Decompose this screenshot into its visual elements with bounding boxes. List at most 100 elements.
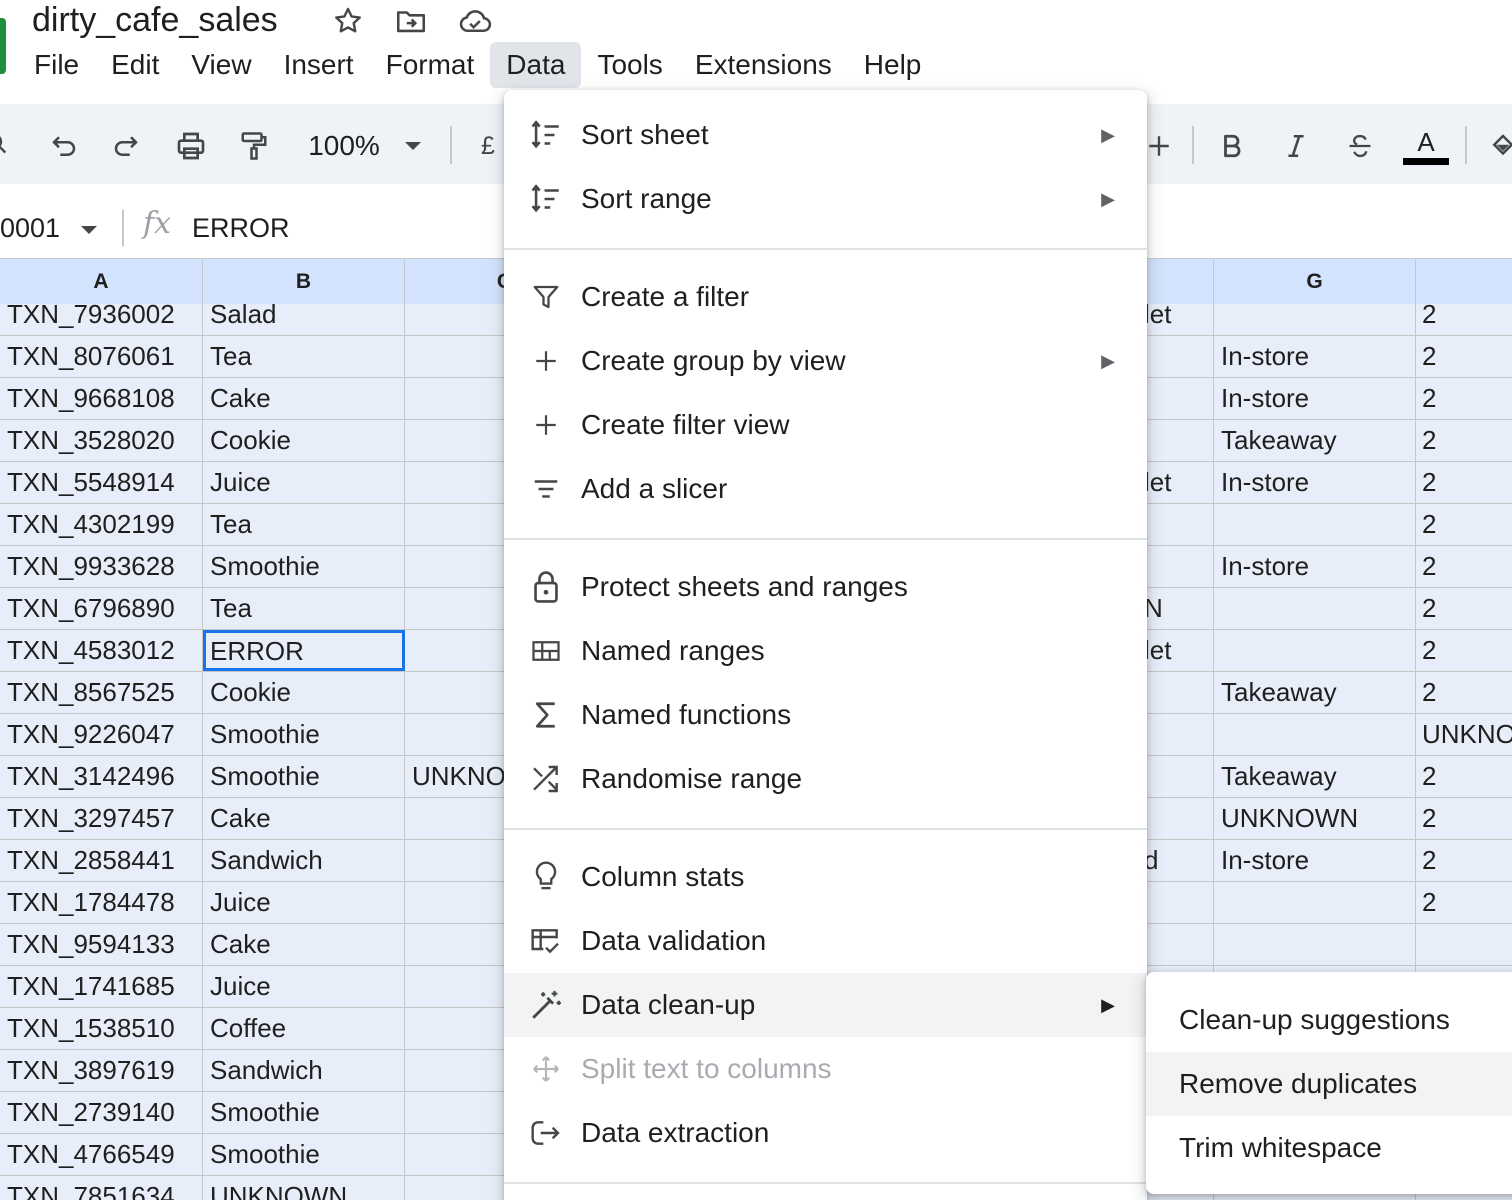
cell-column-h[interactable]: 2 <box>1416 840 1512 881</box>
cell-column-h[interactable]: 2 <box>1416 504 1512 545</box>
cell-item[interactable]: Sandwich <box>203 840 405 881</box>
cell-column-f[interactable] <box>1146 756 1214 797</box>
cell-transaction-id[interactable]: TXN_9226047 <box>0 714 203 755</box>
cell-transaction-id[interactable]: TXN_8076061 <box>0 336 203 377</box>
cell-column-h[interactable]: 2 <box>1416 672 1512 713</box>
cell-item[interactable]: Sandwich <box>203 1050 405 1091</box>
zoom-select[interactable]: 100% <box>304 124 384 168</box>
cell-item[interactable]: Smoothie <box>203 1092 405 1133</box>
cell-column-f[interactable] <box>1146 714 1214 755</box>
cell-column-h[interactable]: 2 <box>1416 588 1512 629</box>
menu-item-randomise-range[interactable]: Randomise range <box>504 747 1147 811</box>
name-box-dropdown-icon[interactable] <box>80 222 98 240</box>
menu-edit[interactable]: Edit <box>95 42 175 88</box>
cell-transaction-id[interactable]: TXN_4583012 <box>0 630 203 671</box>
cell-transaction-id[interactable]: TXN_9668108 <box>0 378 203 419</box>
cell-location[interactable] <box>1214 630 1416 671</box>
cell-item[interactable]: Smoothie <box>203 756 405 797</box>
increase-font-size-icon[interactable] <box>1142 124 1176 168</box>
cloud-saved-icon[interactable] <box>457 3 493 39</box>
submenu-item-trim-whitespace[interactable]: Trim whitespace <box>1146 1116 1512 1180</box>
strikethrough-icon[interactable] <box>1340 124 1380 168</box>
cell-transaction-id[interactable]: TXN_5548914 <box>0 462 203 503</box>
cell-location[interactable] <box>1214 714 1416 755</box>
cell-item[interactable]: Tea <box>203 336 405 377</box>
cell-column-f[interactable] <box>1146 420 1214 461</box>
menu-view[interactable]: View <box>175 42 267 88</box>
sheets-logo[interactable] <box>0 18 6 74</box>
cell-column-f[interactable]: let <box>1146 462 1214 503</box>
redo-icon[interactable] <box>106 124 146 168</box>
cell-item[interactable]: Cake <box>203 924 405 965</box>
cell-item[interactable]: Cookie <box>203 672 405 713</box>
cell-transaction-id[interactable]: TXN_3297457 <box>0 798 203 839</box>
cell-column-h[interactable]: 2 <box>1416 378 1512 419</box>
cell-column-f[interactable] <box>1146 336 1214 377</box>
cell-transaction-id[interactable]: TXN_7851634 <box>0 1176 203 1200</box>
text-color-icon[interactable]: A <box>1402 124 1450 168</box>
menu-format[interactable]: Format <box>370 42 491 88</box>
cell-transaction-id[interactable]: TXN_8567525 <box>0 672 203 713</box>
cell-column-f[interactable]: d <box>1146 840 1214 881</box>
search-menus-icon[interactable] <box>0 124 16 168</box>
cell-column-h[interactable]: 2 <box>1416 304 1512 335</box>
cell-transaction-id[interactable]: TXN_4766549 <box>0 1134 203 1175</box>
cell-item[interactable]: Tea <box>203 504 405 545</box>
cell-column-h[interactable]: 2 <box>1416 630 1512 671</box>
cell-item[interactable]: Coffee <box>203 1008 405 1049</box>
column-header-h[interactable] <box>1416 259 1512 304</box>
cell-location[interactable]: In-store <box>1214 378 1416 419</box>
cell-column-f[interactable] <box>1146 882 1214 923</box>
menu-item-named-ranges[interactable]: Named ranges <box>504 619 1147 683</box>
cell-item[interactable]: Smoothie <box>203 1134 405 1175</box>
cell-column-h[interactable]: UNKNO <box>1416 714 1512 755</box>
cell-transaction-id[interactable]: TXN_9933628 <box>0 546 203 587</box>
cell-location[interactable]: Takeaway <box>1214 672 1416 713</box>
menu-help[interactable]: Help <box>848 42 938 88</box>
menu-extensions[interactable]: Extensions <box>679 42 848 88</box>
cell-column-h[interactable]: 2 <box>1416 336 1512 377</box>
cell-location[interactable] <box>1214 504 1416 545</box>
cell-transaction-id[interactable]: TXN_2858441 <box>0 840 203 881</box>
cell-column-h[interactable] <box>1416 924 1512 965</box>
cell-column-f[interactable]: let <box>1146 630 1214 671</box>
cell-transaction-id[interactable]: TXN_6796890 <box>0 588 203 629</box>
cell-transaction-id[interactable]: TXN_3528020 <box>0 420 203 461</box>
cell-item[interactable]: Juice <box>203 462 405 503</box>
italic-icon[interactable] <box>1276 124 1316 168</box>
cell-location[interactable]: In-store <box>1214 546 1416 587</box>
star-icon[interactable] <box>330 3 366 39</box>
cell-column-f[interactable] <box>1146 798 1214 839</box>
menu-item-add-a-slicer[interactable]: Add a slicer <box>504 457 1147 521</box>
cell-item[interactable]: Cookie <box>203 420 405 461</box>
menu-item-data-clean-up[interactable]: Data clean-up ▶ <box>504 973 1147 1037</box>
cell-column-f[interactable] <box>1146 378 1214 419</box>
column-header-f[interactable] <box>1146 259 1214 304</box>
cell-item[interactable]: Cake <box>203 798 405 839</box>
menu-item-column-stats[interactable]: Column stats <box>504 845 1147 909</box>
cell-location[interactable]: Takeaway <box>1214 756 1416 797</box>
menu-data[interactable]: Data <box>490 42 582 88</box>
cell-column-h[interactable]: 2 <box>1416 462 1512 503</box>
cell-item[interactable]: ERROR <box>203 630 405 671</box>
undo-icon[interactable] <box>44 124 84 168</box>
cell-column-f[interactable] <box>1146 924 1214 965</box>
cell-transaction-id[interactable]: TXN_1741685 <box>0 966 203 1007</box>
menu-insert[interactable]: Insert <box>268 42 370 88</box>
menu-item-sort-range[interactable]: Sort range ▶ <box>504 167 1147 231</box>
cell-column-f[interactable] <box>1146 672 1214 713</box>
cell-item[interactable]: Juice <box>203 882 405 923</box>
cell-location[interactable] <box>1214 304 1416 335</box>
submenu-item-remove-duplicates[interactable]: Remove duplicates <box>1146 1052 1512 1116</box>
cell-location[interactable] <box>1214 882 1416 923</box>
cell-location[interactable]: In-store <box>1214 336 1416 377</box>
cell-item[interactable]: Cake <box>203 378 405 419</box>
document-title[interactable]: dirty_cafe_sales <box>32 0 278 40</box>
cell-transaction-id[interactable]: TXN_1784478 <box>0 882 203 923</box>
cell-item[interactable]: Smoothie <box>203 714 405 755</box>
column-header-a[interactable]: A <box>0 259 203 304</box>
cell-transaction-id[interactable]: TXN_3897619 <box>0 1050 203 1091</box>
cell-transaction-id[interactable]: TXN_3142496 <box>0 756 203 797</box>
cell-column-h[interactable]: 2 <box>1416 546 1512 587</box>
cell-location[interactable] <box>1214 924 1416 965</box>
